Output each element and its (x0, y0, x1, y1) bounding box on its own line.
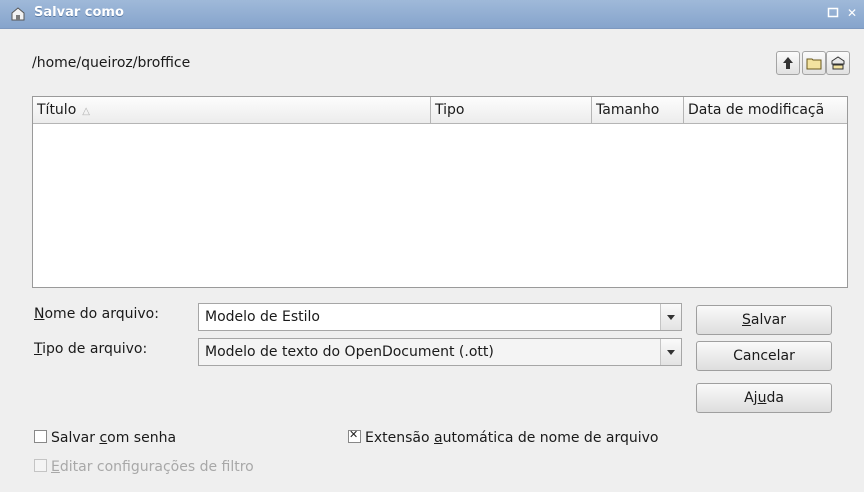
title-bar[interactable]: Salvar como ✕ (0, 0, 864, 29)
maximize-icon[interactable] (826, 6, 840, 20)
save-button[interactable]: Salvar (696, 305, 832, 335)
default-directory-icon (831, 56, 845, 70)
chevron-down-icon[interactable] (660, 304, 681, 330)
default-directory-button[interactable] (826, 51, 850, 75)
file-list-header: Título △ Tipo Tamanho Data de modificaçã (33, 97, 847, 124)
column-header-title[interactable]: Título △ (33, 97, 431, 123)
chevron-down-icon[interactable] (660, 339, 681, 365)
app-icon (10, 6, 26, 22)
save-as-dialog: Salvar como ✕ /home/queiroz/broffice Tít… (0, 0, 864, 492)
cancel-button[interactable]: Cancelar (696, 341, 832, 371)
filetype-select[interactable]: Modelo de texto do OpenDocument (.ott) (198, 338, 682, 366)
column-header-type[interactable]: Tipo (431, 97, 592, 123)
column-header-size[interactable]: Tamanho (592, 97, 684, 123)
filename-input[interactable]: Modelo de Estilo (205, 309, 320, 325)
filename-label: Nome do arquivo: (34, 306, 159, 322)
filename-combo[interactable]: Modelo de Estilo (198, 303, 682, 331)
new-folder-button[interactable] (802, 51, 826, 75)
new-folder-icon (806, 58, 822, 70)
close-icon[interactable]: ✕ (845, 6, 859, 20)
window-title: Salvar como (34, 5, 124, 20)
current-path: /home/queiroz/broffice (32, 55, 191, 71)
column-header-modified[interactable]: Data de modificaçã (684, 97, 847, 123)
folder-up-button[interactable] (776, 51, 800, 75)
checkbox-box (34, 459, 47, 472)
help-button[interactable]: Ajuda (696, 383, 832, 413)
filetype-label: Tipo de arquivo: (34, 341, 148, 357)
checkbox-box[interactable] (348, 428, 361, 443)
file-list[interactable]: Título △ Tipo Tamanho Data de modificaçã (32, 96, 848, 288)
checkbox-box[interactable] (34, 430, 47, 443)
save-with-password-checkbox[interactable]: Salvar com senha (34, 430, 176, 446)
edit-filter-settings-checkbox: Editar configurações de filtro (34, 459, 254, 475)
filetype-value: Modelo de texto do OpenDocument (.ott) (205, 344, 494, 360)
auto-extension-checkbox[interactable]: Extensão automática de nome de arquivo (348, 428, 658, 446)
sort-ascending-icon: △ (82, 106, 90, 117)
folder-up-icon (783, 57, 793, 69)
